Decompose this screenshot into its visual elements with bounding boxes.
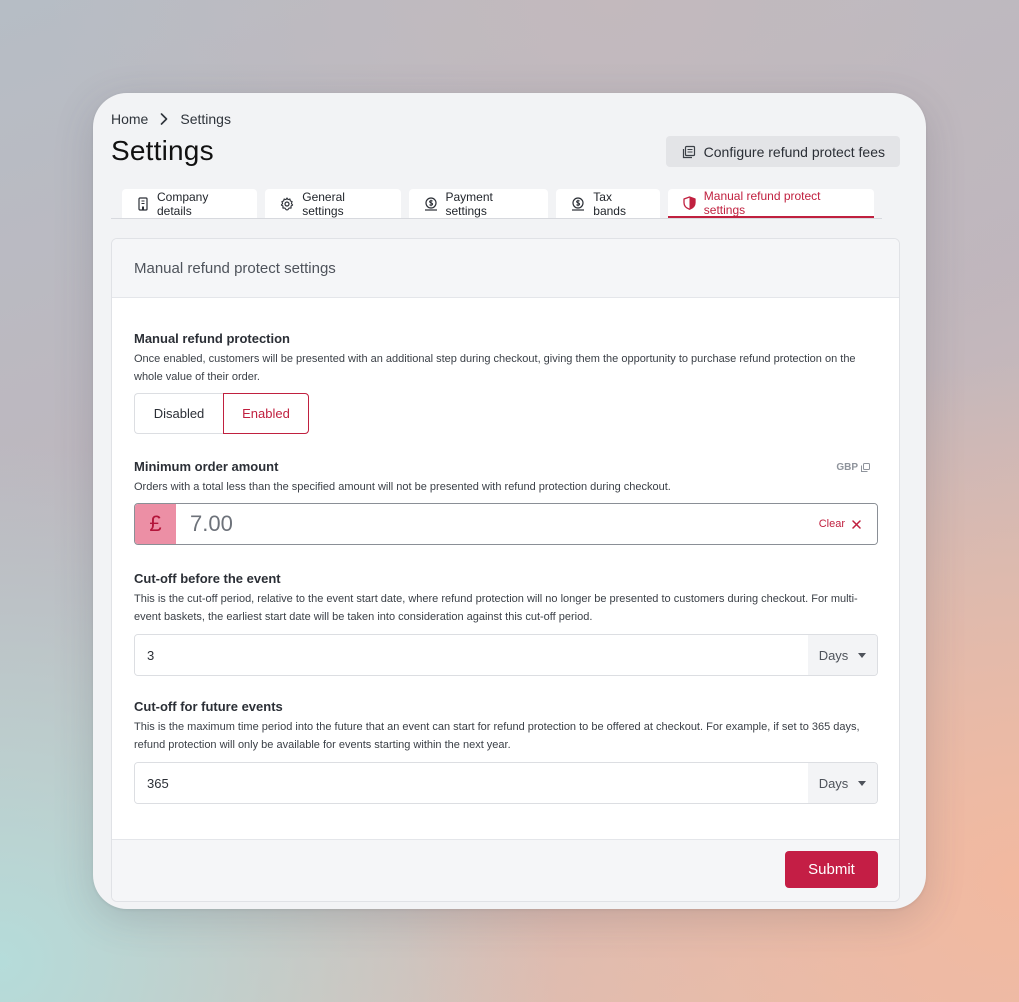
settings-window: Home Settings Settings Configure refund … xyxy=(93,93,926,909)
breadcrumb-current: Settings xyxy=(180,111,231,127)
protection-section: Manual refund protection Once enabled, c… xyxy=(134,331,878,434)
card-footer: Submit xyxy=(112,839,899,901)
min-order-section: Minimum order amount GBP Orders with a t… xyxy=(134,459,878,545)
caret-down-icon xyxy=(848,780,867,786)
page-title: Settings xyxy=(111,135,214,166)
tax-icon xyxy=(571,196,593,211)
protection-description: Once enabled, customers will be presente… xyxy=(134,353,856,383)
clear-button[interactable]: Clear xyxy=(818,504,877,544)
cutoff-before-unit-select[interactable]: Days xyxy=(808,635,877,675)
shield-icon xyxy=(683,195,704,210)
submit-button[interactable]: Submit xyxy=(785,851,878,888)
clear-label: Clear xyxy=(818,518,845,530)
chevron-right-icon xyxy=(160,113,168,125)
cutoff-future-section: Cut-off for future events This is the ma… xyxy=(134,699,878,804)
gear-icon xyxy=(280,196,302,211)
unit-label: Days xyxy=(818,647,849,663)
configure-label: Configure refund protect fees xyxy=(703,143,885,160)
cutoff-future-input[interactable] xyxy=(135,763,808,803)
currency-selector[interactable]: GBP xyxy=(836,462,870,473)
cutoff-before-field: Days xyxy=(134,634,878,676)
configure-refund-protect-fees-button[interactable]: Configure refund protect fees xyxy=(665,136,900,167)
card-title: Manual refund protect settings xyxy=(112,239,899,298)
tab-company-details[interactable]: Company details xyxy=(122,189,258,218)
protection-label: Manual refund protection xyxy=(134,331,290,346)
min-order-description: Orders with a total less than the specif… xyxy=(134,481,671,493)
breadcrumb: Home Settings xyxy=(111,111,231,127)
min-order-label: Minimum order amount xyxy=(134,459,279,474)
cutoff-future-unit-select[interactable]: Days xyxy=(808,763,877,803)
building-icon xyxy=(137,196,157,211)
tab-label: Payment settings xyxy=(445,189,493,218)
currency-symbol: £ xyxy=(135,504,176,544)
tab-label: General settings xyxy=(302,189,345,218)
disabled-option[interactable]: Disabled xyxy=(134,393,223,434)
cutoff-before-section: Cut-off before the event This is the cut… xyxy=(134,571,878,676)
settings-card: Manual refund protect settings Manual re… xyxy=(111,238,900,902)
cutoff-before-description: This is the cut-off period, relative to … xyxy=(134,593,858,623)
close-icon xyxy=(845,519,861,529)
cutoff-future-label: Cut-off for future events xyxy=(134,699,283,714)
settings-tabs: Company details General settings Payment… xyxy=(111,189,882,219)
receipt-icon xyxy=(682,145,704,159)
tab-label: Tax bands xyxy=(593,189,626,218)
tab-label: Manual refund protect settings xyxy=(703,188,821,217)
enabled-option[interactable]: Enabled xyxy=(223,393,309,434)
unit-label: Days xyxy=(818,775,849,791)
breadcrumb-home[interactable]: Home xyxy=(111,111,148,127)
tab-manual-refund-protect-settings[interactable]: Manual refund protect settings xyxy=(667,188,874,218)
tab-general-settings[interactable]: General settings xyxy=(265,189,401,218)
tab-label: Company details xyxy=(157,189,209,218)
cutoff-before-label: Cut-off before the event xyxy=(134,571,281,586)
currency-code: GBP xyxy=(836,462,858,473)
caret-down-icon xyxy=(848,652,867,658)
tab-tax-bands[interactable]: Tax bands xyxy=(556,189,660,218)
min-order-input[interactable] xyxy=(176,504,819,544)
cutoff-future-description: This is the maximum time period into the… xyxy=(134,721,860,751)
payment-icon xyxy=(424,196,446,211)
min-order-field: £ Clear xyxy=(134,503,878,545)
coins-icon xyxy=(858,463,870,472)
cutoff-future-field: Days xyxy=(134,762,878,804)
protection-toggle: Disabled Enabled xyxy=(134,393,878,434)
tab-payment-settings[interactable]: Payment settings xyxy=(408,189,549,218)
cutoff-before-input[interactable] xyxy=(135,635,808,675)
